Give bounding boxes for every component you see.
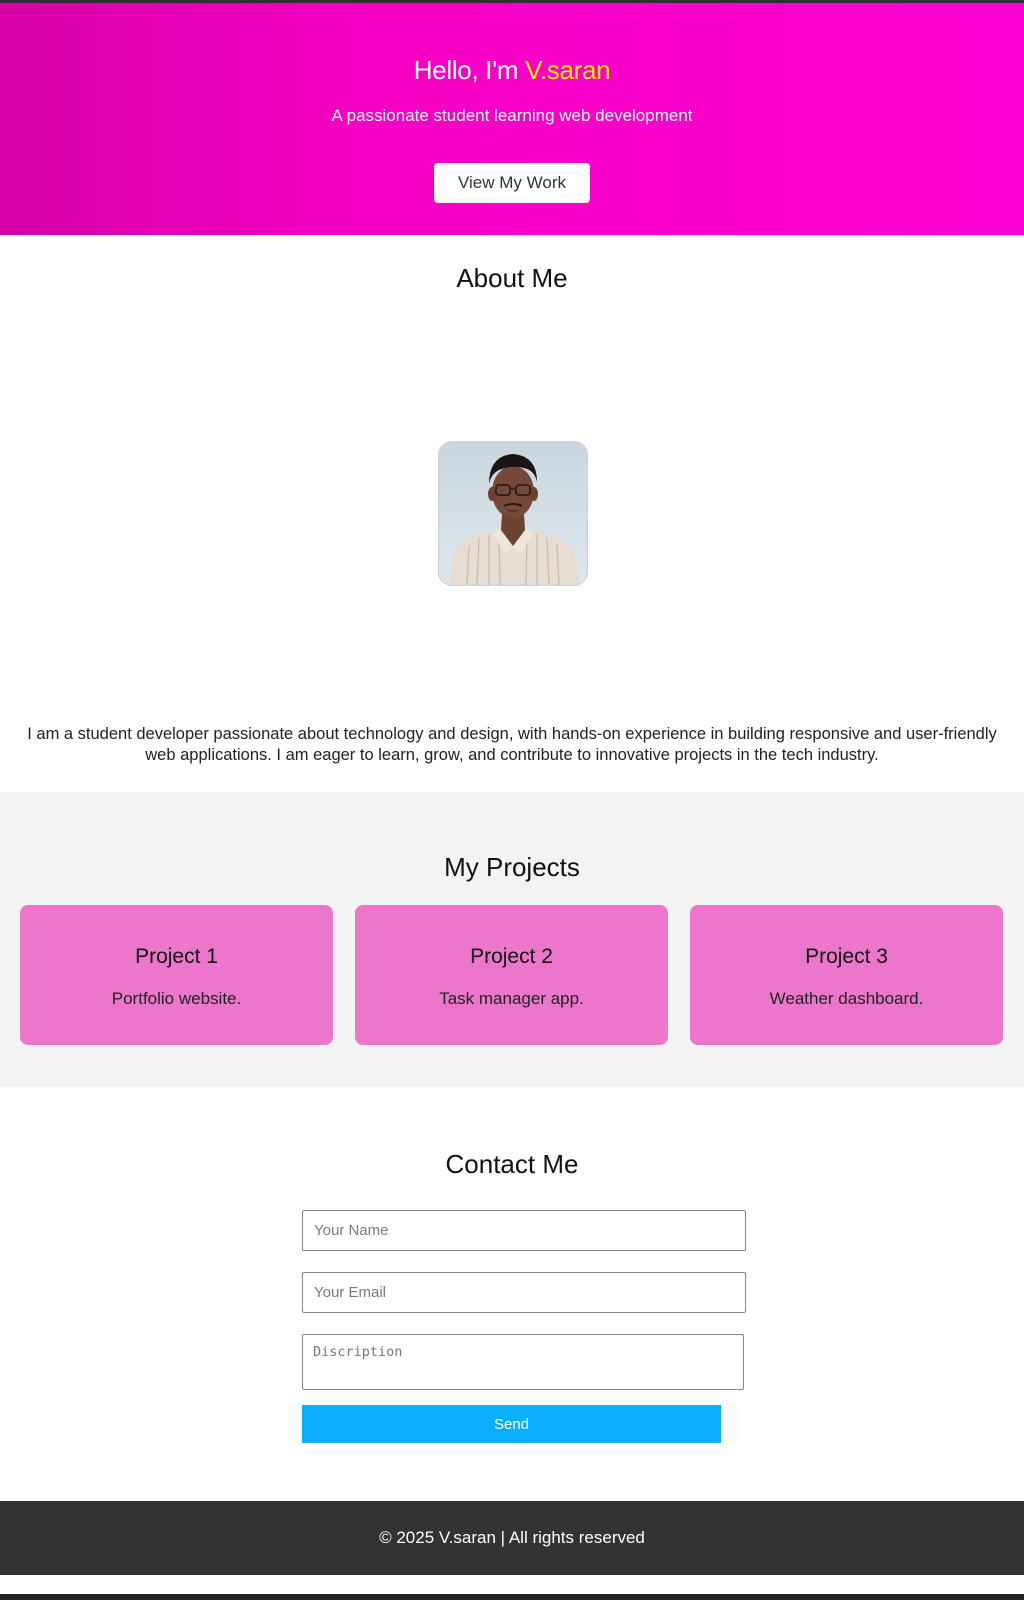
- contact-title: Contact Me: [445, 1149, 579, 1179]
- hero-section: Hello, I'm V.saran A passionate student …: [0, 3, 1024, 235]
- project-card: Project 3 Weather dashboard.: [690, 905, 1003, 1045]
- projects-section: My Projects Project 1 Portfolio website.…: [0, 792, 1024, 1087]
- project-title: Project 1: [135, 945, 218, 968]
- footer-copyright: © 2025 V.saran | All rights reserved: [379, 1528, 645, 1547]
- description-field[interactable]: [302, 1334, 744, 1390]
- hero-name: V.saran: [525, 55, 611, 85]
- project-title: Project 2: [470, 945, 553, 968]
- project-card: Project 1 Portfolio website.: [20, 905, 333, 1045]
- hero-greeting: Hello, I'm: [413, 55, 526, 85]
- view-my-work-button[interactable]: View My Work: [434, 163, 590, 203]
- project-description: Portfolio website.: [111, 989, 242, 1008]
- project-title: Project 3: [805, 945, 888, 968]
- about-title: About Me: [456, 263, 568, 293]
- portfolio-page: Hello, I'm V.saran A passionate student …: [0, 0, 1024, 1600]
- project-description: Task manager app.: [439, 989, 584, 1008]
- project-card: Project 2 Task manager app.: [355, 905, 668, 1045]
- project-description: Weather dashboard.: [769, 989, 924, 1008]
- about-bio: I am a student developer passionate abou…: [27, 725, 997, 764]
- hero-title: Hello, I'm V.saran: [0, 55, 1024, 86]
- hero-subtitle: A passionate student learning web develo…: [331, 106, 693, 125]
- email-field[interactable]: [302, 1272, 746, 1313]
- name-field[interactable]: [302, 1210, 746, 1251]
- footer: © 2025 V.saran | All rights reserved: [0, 1501, 1024, 1575]
- projects-title: My Projects: [444, 852, 580, 882]
- bottom-border: [0, 1594, 1024, 1600]
- send-button[interactable]: Send: [302, 1405, 721, 1443]
- profile-photo: [438, 441, 588, 586]
